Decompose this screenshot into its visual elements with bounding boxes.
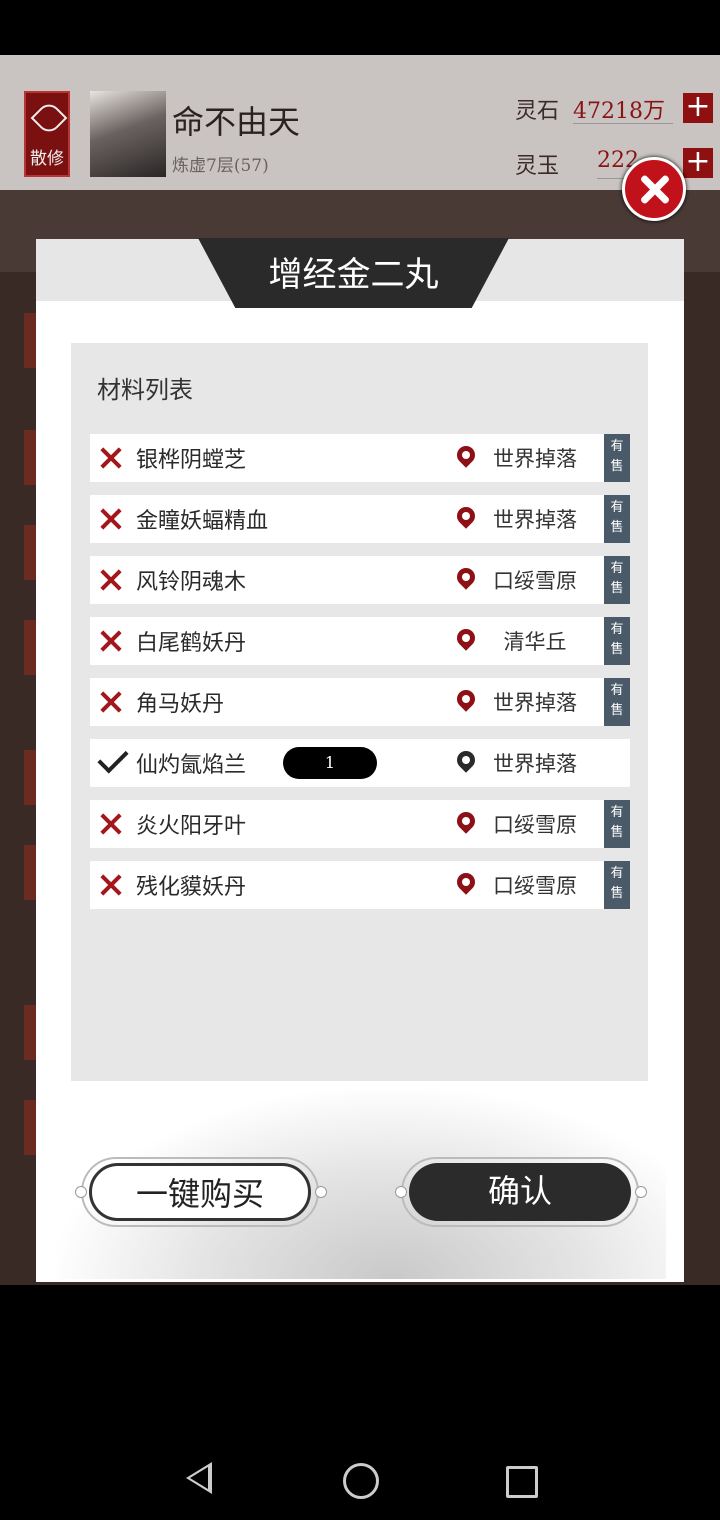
material-location[interactable]: 世界掉落 — [485, 504, 585, 534]
close-button[interactable] — [622, 157, 686, 221]
on-sale-tag[interactable]: 有售 — [604, 556, 630, 604]
cross-icon — [98, 567, 124, 593]
material-location[interactable]: 世界掉落 — [485, 687, 585, 717]
material-name: 白尾鹤妖丹 — [136, 631, 247, 656]
cross-icon — [98, 628, 124, 654]
cross-icon — [98, 811, 124, 837]
material-name: 角马妖丹 — [136, 692, 225, 717]
nav-home-icon[interactable] — [343, 1463, 379, 1499]
ornament-dot — [635, 1186, 647, 1198]
add-spirit-jade-button[interactable]: + — [683, 147, 713, 178]
material-row[interactable]: 炎火阳牙叶 口绥雪原 有售 — [90, 800, 630, 848]
cross-icon — [98, 445, 124, 471]
ornament-dot — [75, 1186, 87, 1198]
materials-header: 材料列表 — [97, 376, 193, 404]
material-row[interactable]: 仙灼氤焰兰 1 世界掉落 — [90, 739, 630, 787]
nav-back-icon[interactable] — [186, 1462, 212, 1494]
location-pin-icon — [453, 686, 479, 712]
confirm-label: 确认 — [409, 1163, 631, 1221]
buy-all-label: 一键购买 — [89, 1163, 311, 1221]
lotus-icon — [30, 99, 68, 137]
nav-recent-icon[interactable] — [506, 1466, 538, 1498]
material-name: 金瞳妖蝠精血 — [136, 509, 269, 534]
material-quantity: 1 — [283, 747, 377, 779]
material-location[interactable]: 世界掉落 — [485, 748, 585, 778]
material-name: 银桦阴螳芝 — [136, 448, 247, 473]
material-row[interactable]: 角马妖丹 世界掉落 有售 — [90, 678, 630, 726]
spirit-stone-label: 灵石 — [515, 99, 560, 124]
material-name: 炎火阳牙叶 — [136, 814, 247, 839]
material-name: 残化貘妖丹 — [136, 875, 247, 900]
location-pin-icon — [453, 564, 479, 590]
on-sale-tag[interactable]: 有售 — [604, 861, 630, 909]
material-row[interactable]: 风铃阴魂木 口绥雪原 有售 — [90, 556, 630, 604]
on-sale-tag[interactable]: 有售 — [604, 800, 630, 848]
material-location[interactable]: 口绥雪原 — [485, 565, 585, 595]
material-location[interactable]: 口绥雪原 — [485, 809, 585, 839]
buy-all-button[interactable]: 一键购买 — [75, 1157, 327, 1227]
spirit-stone-value: 47218万 — [573, 93, 673, 124]
material-location[interactable]: 口绥雪原 — [485, 870, 585, 900]
cross-icon — [98, 506, 124, 532]
material-row[interactable]: 白尾鹤妖丹 清华丘 有售 — [90, 617, 630, 665]
ornament-dot — [315, 1186, 327, 1198]
material-row[interactable]: 银桦阴螳芝 世界掉落 有售 — [90, 434, 630, 482]
on-sale-tag[interactable]: 有售 — [604, 617, 630, 665]
cross-icon — [98, 689, 124, 715]
location-pin-icon — [453, 442, 479, 468]
sect-badge: 散修 — [24, 91, 70, 177]
material-location[interactable]: 清华丘 — [485, 626, 585, 656]
sect-badge-label: 散修 — [30, 149, 64, 169]
materials-panel: 材料列表 银桦阴螳芝 世界掉落 有售 金瞳妖蝠精血 世界掉落 有售 风铃阴魂木 … — [71, 343, 648, 1081]
player-name: 命不由天 — [172, 103, 301, 141]
spirit-jade-label: 灵玉 — [515, 154, 560, 179]
on-sale-tag[interactable]: 有售 — [604, 434, 630, 482]
location-pin-icon — [453, 503, 479, 529]
dialog-title: 增经金二丸 — [268, 255, 439, 295]
recipe-dialog: 增经金二丸 材料列表 银桦阴螳芝 世界掉落 有售 金瞳妖蝠精血 世界掉落 有售 … — [36, 238, 684, 1282]
material-location[interactable]: 世界掉落 — [485, 443, 585, 473]
player-header: 散修 命不由天 炼虚7层(57) 灵石 47218万 + 灵玉 222 + — [0, 55, 720, 190]
cross-icon — [98, 872, 124, 898]
on-sale-tag[interactable]: 有售 — [604, 495, 630, 543]
player-level: 炼虚7层(57) — [172, 156, 269, 176]
add-spirit-stone-button[interactable]: + — [683, 92, 713, 123]
ornament-dot — [395, 1186, 407, 1198]
location-pin-icon — [453, 625, 479, 651]
material-row[interactable]: 残化貘妖丹 口绥雪原 有售 — [90, 861, 630, 909]
material-name: 仙灼氤焰兰 — [136, 753, 247, 778]
check-icon — [97, 742, 129, 774]
location-pin-icon — [453, 747, 479, 773]
confirm-button[interactable]: 确认 — [395, 1157, 647, 1227]
on-sale-tag[interactable]: 有售 — [604, 678, 630, 726]
location-pin-icon — [453, 808, 479, 834]
material-row[interactable]: 金瞳妖蝠精血 世界掉落 有售 — [90, 495, 630, 543]
material-name: 风铃阴魂木 — [136, 570, 247, 595]
location-pin-icon — [453, 869, 479, 895]
avatar — [90, 91, 166, 177]
